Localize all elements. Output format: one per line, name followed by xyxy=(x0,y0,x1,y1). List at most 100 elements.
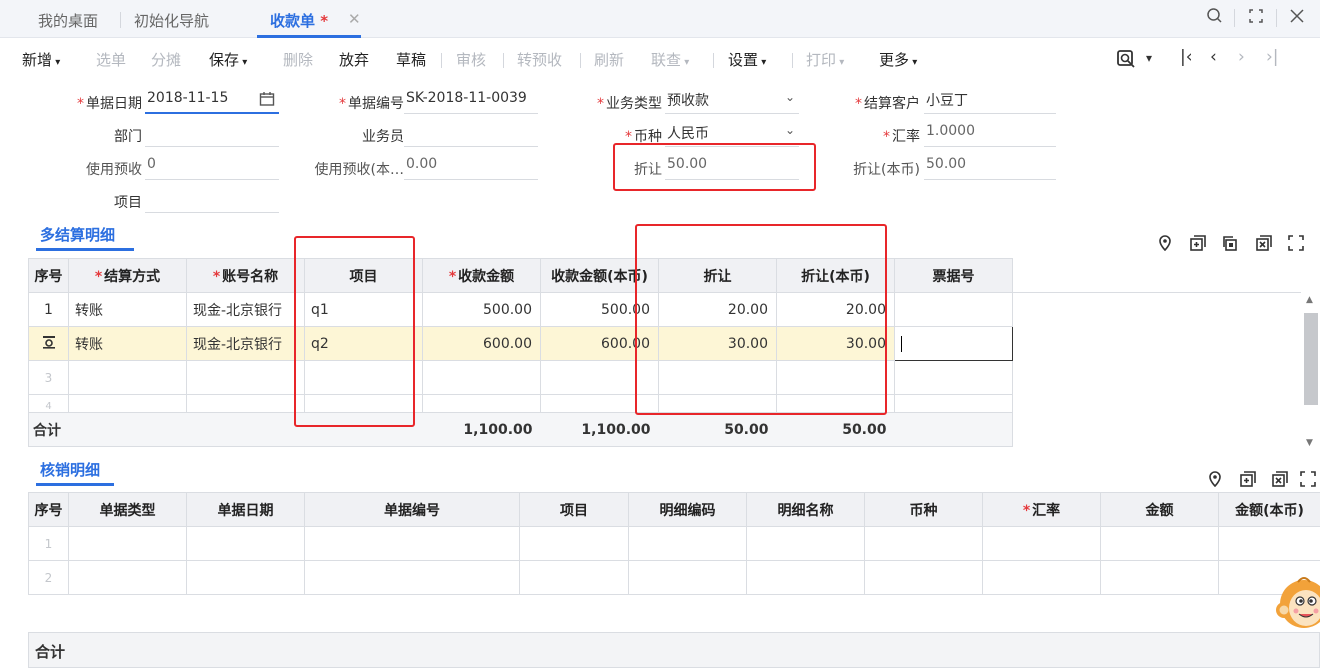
scroll-up-icon[interactable]: ▲ xyxy=(1306,295,1313,305)
empty-cell[interactable] xyxy=(68,394,187,413)
delete-button[interactable]: 删除 xyxy=(283,49,313,70)
empty-cell[interactable] xyxy=(746,526,865,561)
dept-field[interactable] xyxy=(145,123,279,147)
audit-button[interactable]: 审核 xyxy=(456,49,486,70)
settle-method-cell[interactable]: 转账 xyxy=(68,292,187,327)
location-pin-icon[interactable] xyxy=(1208,471,1222,491)
settings-button[interactable]: 设置 ▾ xyxy=(728,49,766,70)
filler-cell xyxy=(1013,361,1301,395)
doc-no-field[interactable]: SK-2018-11-0039 xyxy=(404,90,538,114)
amount-cell[interactable]: 500.00 xyxy=(422,292,541,327)
empty-cell[interactable] xyxy=(982,526,1101,561)
window-divider xyxy=(1234,9,1235,27)
table-row[interactable]: 1 xyxy=(28,526,1320,561)
more-button[interactable]: 更多 ▾ xyxy=(879,49,917,70)
last-record-icon[interactable]: ›| xyxy=(1266,47,1279,67)
add-row-icon[interactable] xyxy=(1190,235,1206,255)
fullscreen-icon[interactable] xyxy=(1288,235,1304,255)
fullscreen-icon[interactable] xyxy=(1300,471,1316,491)
empty-cell[interactable] xyxy=(186,394,305,413)
scrollbar-thumb[interactable] xyxy=(1304,313,1318,405)
filler-cell xyxy=(1013,293,1301,327)
location-pin-icon[interactable] xyxy=(1158,235,1172,255)
delete-row-icon[interactable] xyxy=(1256,235,1272,255)
apportion-button[interactable]: 分摊 xyxy=(151,49,181,70)
new-button[interactable]: 新增 ▾ xyxy=(22,49,60,70)
empty-cell[interactable] xyxy=(746,560,865,595)
empty-cell[interactable] xyxy=(186,560,305,595)
empty-cell[interactable] xyxy=(68,360,187,395)
discount-local-field[interactable]: 50.00 xyxy=(924,156,1056,180)
empty-cell[interactable] xyxy=(628,526,747,561)
empty-cell[interactable] xyxy=(628,560,747,595)
biztype-select[interactable]: 预收款 ⌄ xyxy=(665,90,799,114)
bill-no-cell[interactable] xyxy=(894,292,1013,327)
staff-field[interactable] xyxy=(404,123,538,147)
empty-cell[interactable] xyxy=(1218,526,1320,561)
biztype-label: * 业务类型 xyxy=(597,96,662,112)
empty-cell[interactable] xyxy=(894,360,1013,395)
tab-desktop[interactable]: 我的桌面 xyxy=(38,10,98,31)
account-cell[interactable]: 现金-北京银行 xyxy=(186,292,305,327)
empty-cell[interactable] xyxy=(422,360,541,395)
link-query-button[interactable]: 联查 ▾ xyxy=(651,49,689,70)
to-prepay-button[interactable]: 转预收 xyxy=(517,49,562,70)
amount-cell[interactable]: 600.00 xyxy=(422,326,541,361)
total-amount-local: 1,100.00 xyxy=(540,412,659,447)
print-button[interactable]: 打印 ▾ xyxy=(806,49,844,70)
empty-cell[interactable] xyxy=(982,560,1101,595)
filler-cell xyxy=(1012,258,1301,293)
empty-cell[interactable] xyxy=(864,526,983,561)
chevron-down-icon[interactable]: ▾ xyxy=(1146,51,1152,65)
tab-receipt[interactable]: 收款单 * xyxy=(270,10,328,31)
monkey-mascot-icon[interactable] xyxy=(1270,570,1320,634)
empty-cell[interactable] xyxy=(68,560,187,595)
draft-button[interactable]: 草稿 xyxy=(396,49,426,70)
select-button[interactable]: 选单 xyxy=(96,49,126,70)
customer-field[interactable]: 小豆丁 xyxy=(924,90,1056,114)
bill-no-input[interactable] xyxy=(894,326,1013,361)
maximize-icon[interactable] xyxy=(1247,7,1265,29)
table-row[interactable]: 2 xyxy=(28,560,1320,595)
empty-cell[interactable] xyxy=(894,394,1013,413)
empty-cell[interactable] xyxy=(304,526,520,561)
total-discount-local: 50.00 xyxy=(776,412,895,447)
delete-row-icon[interactable] xyxy=(1272,471,1288,491)
empty-cell[interactable] xyxy=(1100,526,1219,561)
prev-record-icon[interactable]: ‹ xyxy=(1210,47,1217,67)
first-record-icon[interactable]: |‹ xyxy=(1180,47,1193,67)
settle-method-cell[interactable]: 转账 xyxy=(68,326,187,361)
account-cell[interactable]: 现金-北京银行 xyxy=(186,326,305,361)
empty-cell[interactable] xyxy=(186,526,305,561)
empty-cell[interactable] xyxy=(519,526,629,561)
empty-cell[interactable] xyxy=(864,560,983,595)
save-button[interactable]: 保存 ▾ xyxy=(209,49,247,70)
empty-cell[interactable] xyxy=(304,560,520,595)
empty-cell[interactable] xyxy=(422,394,541,413)
search-icon[interactable] xyxy=(1206,7,1224,29)
tab-init-nav[interactable]: 初始化导航 xyxy=(134,10,209,31)
tab-bar: 我的桌面 初始化导航 收款单 * ✕ xyxy=(0,0,1320,38)
abandon-button[interactable]: 放弃 xyxy=(339,49,369,70)
calendar-icon[interactable] xyxy=(259,91,275,110)
preview-search-icon[interactable] xyxy=(1116,49,1138,74)
empty-cell[interactable] xyxy=(186,360,305,395)
use-prepay-field[interactable]: 0 xyxy=(145,156,279,180)
rate-field[interactable]: 1.0000 xyxy=(924,123,1056,147)
empty-cell[interactable] xyxy=(68,526,187,561)
close-window-icon[interactable] xyxy=(1288,7,1306,29)
empty-cell[interactable] xyxy=(519,560,629,595)
refresh-button[interactable]: 刷新 xyxy=(594,49,624,70)
empty-cell[interactable] xyxy=(1100,560,1219,595)
use-prepay-local-field[interactable]: 0.00 xyxy=(404,156,538,180)
column-header: 明细编码 xyxy=(628,492,747,527)
add-row-icon[interactable] xyxy=(1240,471,1256,491)
scroll-down-icon[interactable]: ▼ xyxy=(1306,438,1313,448)
tab-close-icon[interactable]: ✕ xyxy=(348,10,361,28)
window-divider xyxy=(1276,9,1277,27)
project-field[interactable] xyxy=(145,189,279,213)
copy-row-icon[interactable] xyxy=(1222,235,1238,255)
row-settings-icon[interactable] xyxy=(28,326,69,361)
date-field[interactable]: 2018-11-15 xyxy=(145,90,279,114)
next-record-icon[interactable]: › xyxy=(1238,47,1245,67)
